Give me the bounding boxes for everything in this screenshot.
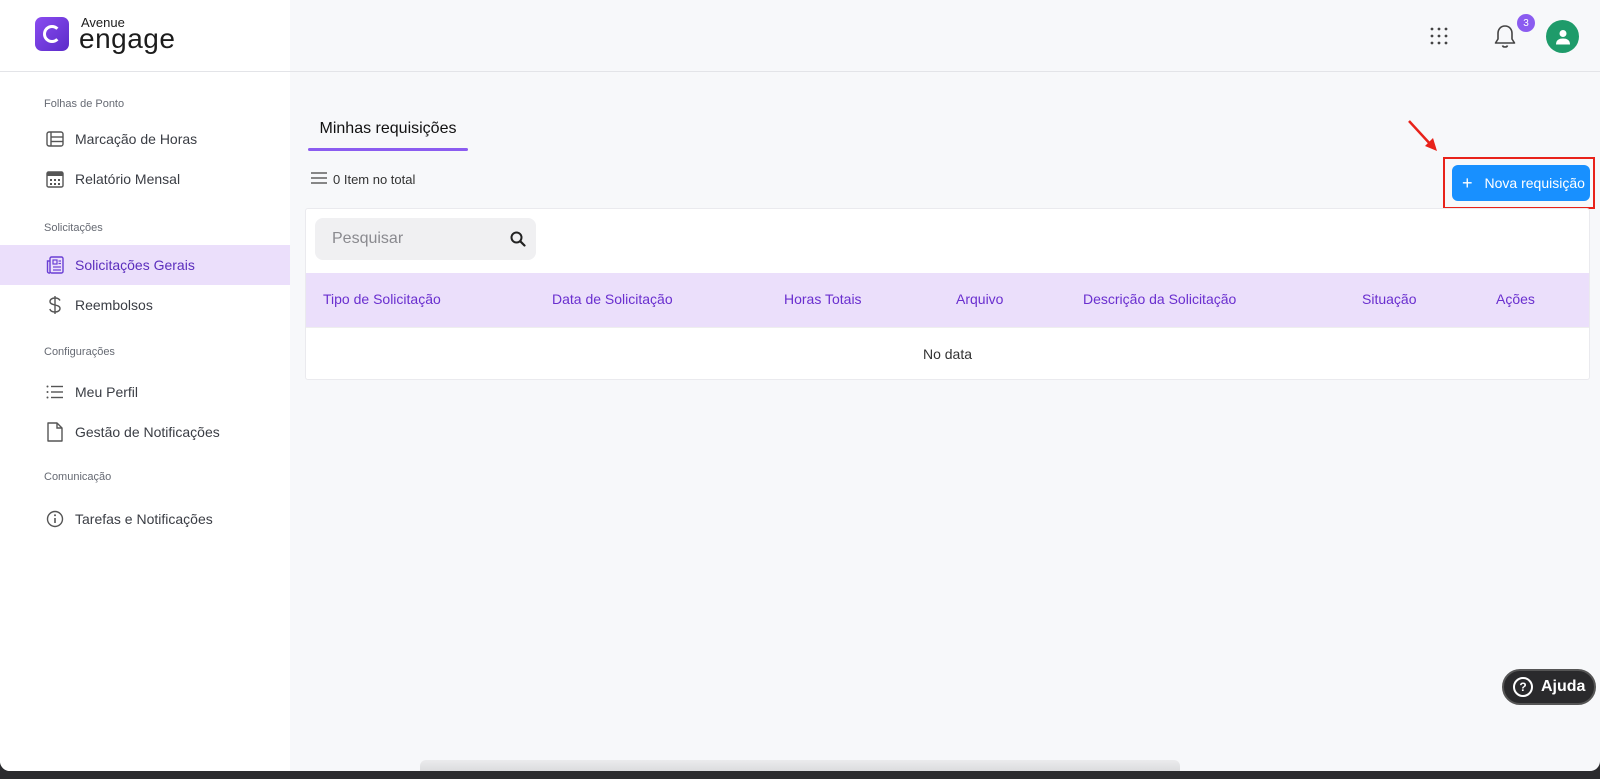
sidebar-item-tarefas-notificacoes[interactable]: Tarefas e Notificações (0, 499, 290, 539)
plus-icon: + (1462, 172, 1473, 193)
table-empty-state: No data (306, 327, 1589, 379)
sidebar-item-label: Reembolsos (75, 297, 153, 313)
sidebar-item-label: Relatório Mensal (75, 171, 181, 187)
sidebar-item-label: Tarefas e Notificações (75, 511, 213, 527)
notification-badge: 3 (1517, 14, 1535, 32)
annotation-arrow-icon (1408, 120, 1437, 151)
form-document-icon (45, 255, 65, 275)
section-label-comunicacao: Comunicação (44, 471, 112, 483)
bell-icon[interactable] (1493, 24, 1517, 55)
sidebar-item-marcacao-horas[interactable]: Marcação de Horas (0, 119, 290, 159)
file-icon (45, 422, 65, 442)
question-icon: ? (1513, 677, 1533, 697)
help-button-label: Ajuda (1541, 678, 1586, 695)
sidebar-item-label: Solicitações Gerais (75, 257, 195, 273)
sidebar-item-solicitacoes-gerais[interactable]: Solicitações Gerais (0, 245, 290, 285)
user-icon (1555, 29, 1570, 44)
sidebar-item-label: Meu Perfil (75, 384, 139, 400)
table-header: Tipo de Solicitação Data de Solicitação … (306, 273, 1589, 327)
sidebar-item-relatorio-mensal[interactable]: Relatório Mensal (0, 159, 290, 199)
column-header-descricao[interactable]: Descrição da Solicitação (1083, 291, 1236, 307)
search-box[interactable] (315, 218, 536, 260)
sidebar: Avenue engage Folhas de Ponto Marcação d… (0, 0, 290, 771)
new-request-button[interactable]: + Nova requisição (1452, 165, 1590, 201)
info-icon (45, 509, 65, 529)
sidebar-item-reembolsos[interactable]: Reembolsos (0, 285, 290, 325)
list-view-icon (45, 129, 65, 149)
tab-active-indicator (308, 148, 468, 151)
dollar-icon (45, 295, 65, 315)
item-count-text: 0 Item no total (333, 172, 416, 187)
sidebar-item-meu-perfil[interactable]: Meu Perfil (0, 372, 290, 412)
requests-card: Tipo de Solicitação Data de Solicitação … (305, 208, 1590, 380)
section-label-configuracoes: Configurações (44, 346, 115, 358)
avatar[interactable] (1546, 20, 1579, 53)
column-header-acoes[interactable]: Ações (1496, 291, 1535, 307)
sidebar-item-label: Gestão de Notificações (75, 424, 220, 440)
menu-lines-icon (311, 172, 327, 187)
sidebar-item-label: Marcação de Horas (75, 131, 198, 147)
app-window: Avenue engage Folhas de Ponto Marcação d… (0, 0, 1600, 771)
brand-main-text: engage (79, 22, 176, 54)
search-icon[interactable] (510, 231, 526, 252)
tab-minhas-requisicoes[interactable]: Minhas requisições (308, 112, 468, 152)
search-input[interactable] (332, 230, 502, 248)
sidebar-item-gestao-notificacoes[interactable]: Gestão de Notificações (0, 412, 290, 452)
logo-mark-icon (35, 17, 69, 51)
header-divider (0, 71, 1600, 72)
apps-grid-icon[interactable] (1430, 27, 1448, 50)
new-request-button-label: Nova requisição (1484, 175, 1585, 191)
column-header-arquivo[interactable]: Arquivo (956, 291, 1003, 307)
list-icon (45, 382, 65, 402)
bottom-shadow (420, 760, 1180, 771)
help-button[interactable]: ? Ajuda (1502, 669, 1596, 705)
column-header-situacao[interactable]: Situação (1362, 291, 1416, 307)
section-label-folhas: Folhas de Ponto (44, 98, 125, 110)
section-label-solicitacoes: Solicitações (44, 222, 103, 234)
item-count: 0 Item no total (311, 172, 415, 187)
calendar-icon (45, 169, 65, 189)
brand-logo[interactable]: Avenue engage (35, 14, 175, 54)
column-header-tipo[interactable]: Tipo de Solicitação (323, 291, 441, 307)
column-header-data[interactable]: Data de Solicitação (552, 291, 673, 307)
column-header-horas[interactable]: Horas Totais (784, 291, 862, 307)
